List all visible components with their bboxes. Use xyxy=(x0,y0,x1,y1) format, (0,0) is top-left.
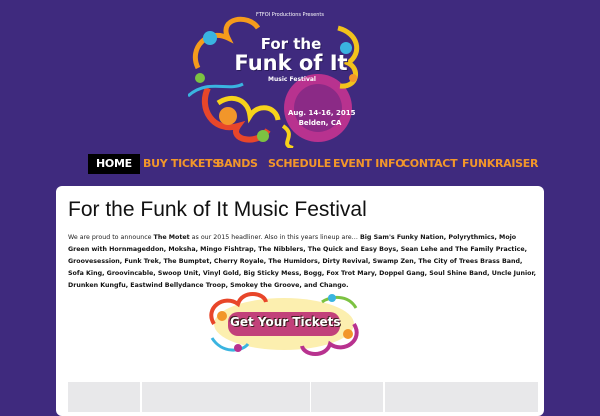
nav-contact[interactable]: CONTACT xyxy=(402,154,458,174)
nav-bands[interactable]: BANDS xyxy=(216,154,258,174)
main-nav: HOME BUY TICKETS BANDS SCHEDULE EVENT IN… xyxy=(88,154,538,174)
festival-title-line1: For the xyxy=(260,35,322,53)
nav-schedule[interactable]: SCHEDULE xyxy=(268,154,331,174)
intro-text-middle: as our 2015 headliner. Also in this year… xyxy=(189,234,360,241)
lineup-list: Big Sam's Funky Nation, Polyrythmics, Mo… xyxy=(68,234,537,289)
festival-title-line2: Funk of It xyxy=(234,51,348,75)
nav-buy-tickets[interactable]: BUY TICKETS xyxy=(143,154,220,174)
tickets-banner-text: Get Your Tickets xyxy=(230,315,341,329)
get-tickets-banner[interactable]: Get Your Tickets xyxy=(202,288,366,360)
intro-paragraph: We are proud to announce The Motet as ou… xyxy=(68,232,538,292)
festival-subtitle: Music Festival xyxy=(268,76,316,83)
photo-thumbnail[interactable] xyxy=(142,382,310,412)
festival-dates: Aug. 14-16, 2015 xyxy=(288,109,356,117)
main-content: For the Funk of It Music Festival We are… xyxy=(56,186,544,416)
intro-text-start: We are proud to announce xyxy=(68,234,154,241)
nav-home[interactable]: HOME xyxy=(88,154,140,174)
page-title: For the Funk of It Music Festival xyxy=(68,198,367,221)
festival-title: For the Funk of It xyxy=(226,36,356,74)
festival-logo[interactable]: FTFOI Productions Presents For the Funk … xyxy=(186,8,364,150)
presents-text: FTFOI Productions Presents xyxy=(256,12,324,18)
site-header: FTFOI Productions Presents For the Funk … xyxy=(0,0,600,150)
festival-location: Belden, CA xyxy=(298,119,342,127)
nav-event-info[interactable]: EVENT INFO xyxy=(333,154,405,174)
headliner-link[interactable]: The Motet xyxy=(154,234,190,241)
photo-thumbnail[interactable] xyxy=(68,382,140,412)
festival-dates-location: Aug. 14-16, 2015 Belden, CA xyxy=(288,108,356,128)
photo-thumbnails xyxy=(68,382,538,412)
photo-thumbnail[interactable] xyxy=(385,382,538,412)
nav-funkraiser[interactable]: FUNKRAISER xyxy=(462,154,538,174)
photo-thumbnail[interactable] xyxy=(311,382,383,412)
